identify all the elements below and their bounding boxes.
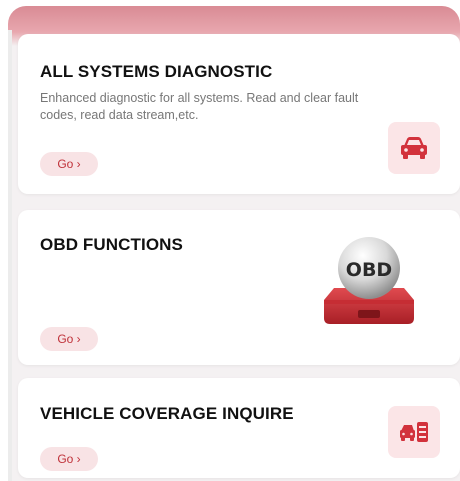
go-button[interactable]: Go › — [40, 327, 98, 351]
card-title: OBD FUNCTIONS — [40, 235, 183, 254]
obd-label: OBD — [346, 259, 392, 281]
vehicle-coverage-inquire-card[interactable]: VEHICLE COVERAGE INQUIRE Go › — [18, 378, 460, 478]
vehicle-coverage-icon — [388, 406, 440, 458]
go-button[interactable]: Go › — [40, 447, 98, 471]
card-description: Enhanced diagnostic for all systems. Rea… — [40, 91, 359, 122]
obd-device-icon: OBD — [316, 230, 422, 340]
obd-functions-card[interactable]: OBD FUNCTIONS Go › OBD — [18, 210, 460, 365]
card-title: VEHICLE COVERAGE INQUIRE — [40, 404, 294, 423]
car-icon — [388, 122, 440, 174]
card-title: ALL SYSTEMS DIAGNOSTIC — [40, 62, 273, 81]
all-systems-diagnostic-card[interactable]: ALL SYSTEMS DIAGNOSTIC Enhanced diagnost… — [18, 34, 460, 194]
frame-left-edge — [8, 30, 12, 481]
go-button[interactable]: Go › — [40, 152, 98, 176]
